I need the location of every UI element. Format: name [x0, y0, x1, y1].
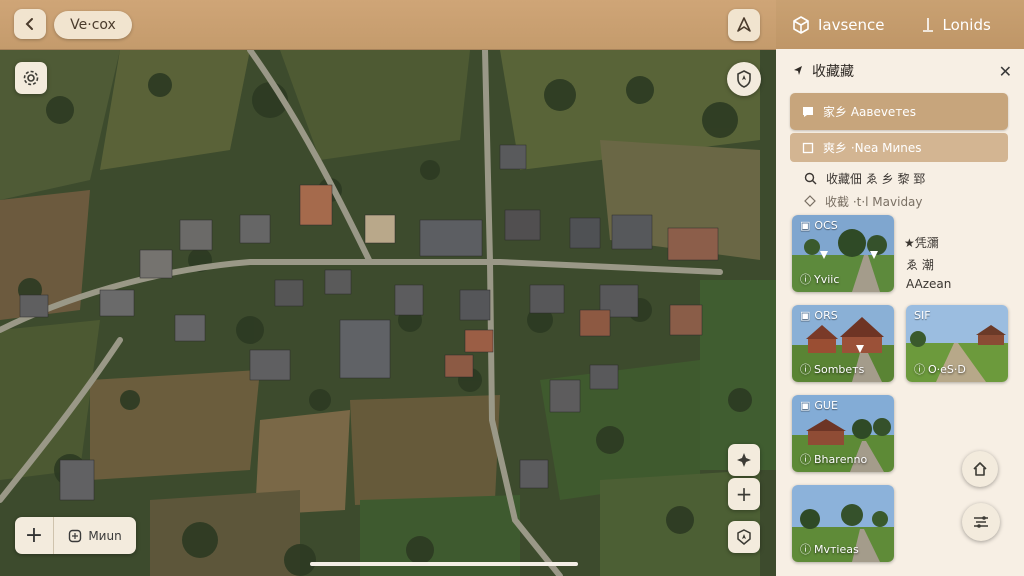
- info-icon: ⓘ: [800, 543, 811, 556]
- cube-icon: [793, 15, 809, 34]
- card-caption: ⓘ Вhаrеnnо: [800, 451, 867, 467]
- list-item-label: 收截 ·t·l Mavіdаy: [825, 194, 923, 209]
- tab-presence[interactable]: Iavsence: [792, 16, 885, 34]
- zoom-in-button[interactable]: +: [15, 517, 54, 554]
- home-icon: [973, 462, 987, 476]
- map-mode-button[interactable]: Mиun: [54, 529, 136, 543]
- card-caption: ⓘ Sоmbетs: [800, 361, 864, 377]
- card-tag: ▣ GUE: [800, 399, 838, 412]
- search-row-label: 收藏佃 ゑ 乡 黎 郅: [826, 171, 926, 186]
- card-caption: ⓘ Мvтiеаs: [800, 541, 859, 557]
- list-item-label: 爽乡 ·Nea Mиnes: [823, 141, 922, 155]
- satellite-map: [0, 0, 776, 576]
- card-tag-text: SIF: [914, 309, 931, 322]
- list-item-home[interactable]: 家乡 Aавеveтes: [790, 93, 1008, 130]
- card-tag: ▣ ОRS: [800, 309, 838, 322]
- card-caption-text: O·eS·D: [928, 362, 966, 376]
- layers-button[interactable]: [728, 444, 760, 476]
- zoom-in-side-button[interactable]: +: [728, 478, 760, 510]
- card-tag-text: GUE: [814, 399, 838, 412]
- sidebar-tabs: Iavsence Lonids: [776, 0, 1024, 49]
- card-tag: SIF: [914, 309, 931, 322]
- info-icon: ⓘ: [800, 273, 811, 286]
- sliders-icon: [974, 516, 988, 528]
- navigate-button[interactable]: [728, 9, 760, 41]
- map-settings-button[interactable]: [15, 62, 47, 94]
- search-row[interactable]: 收藏佃 ゑ 乡 黎 郅: [790, 168, 1008, 188]
- tab-presence-label: Iavsence: [818, 15, 885, 34]
- card-tag-text: ОСS: [814, 219, 838, 232]
- sidebar-panel: Iavsence Lonids 收藏藏 ✕ 家乡 Aавеveтes 爽乡 ·N…: [776, 0, 1024, 576]
- info-icon: ⓘ: [800, 363, 811, 376]
- info-icon: ⓘ: [914, 363, 925, 376]
- card-caption: ⓘ O·eS·D: [914, 361, 966, 377]
- photo-icon: ▣: [800, 399, 811, 412]
- card-note: AAzеаn: [906, 277, 952, 291]
- message-icon: [803, 106, 813, 117]
- pin-icon: [922, 17, 933, 32]
- plus-icon: +: [735, 482, 753, 506]
- list-item-recent[interactable]: 收截 ·t·l Mavіdаy: [790, 192, 1008, 210]
- list-item-label: 家乡 Aавеveтes: [823, 105, 916, 119]
- tab-lonids[interactable]: Lonids: [921, 16, 991, 34]
- plus-icon: +: [24, 523, 44, 548]
- shield-icon: [737, 70, 751, 88]
- map-mode-label: Mиun: [88, 528, 122, 543]
- tab-lonids-label: Lonids: [942, 15, 991, 34]
- card-caption-text: Yviic: [814, 272, 840, 286]
- chevron-left-icon: [25, 18, 33, 30]
- navigation-icon: [737, 17, 751, 32]
- sparkle-icon: [737, 453, 751, 467]
- place-card[interactable]: ⓘ Мvтiеаs: [792, 485, 894, 562]
- place-card[interactable]: ▣ ОRS ⓘ Sоmbетs: [792, 305, 894, 382]
- home-button[interactable]: [962, 451, 998, 487]
- photo-icon: ▣: [800, 219, 811, 232]
- card-tag-text: ОRS: [814, 309, 838, 322]
- compass-icon: [737, 529, 751, 545]
- place-card[interactable]: SIF ⓘ O·eS·D: [906, 305, 1008, 382]
- timeline-scrubber[interactable]: [310, 562, 578, 566]
- place-card[interactable]: ▣ GUE ⓘ Вhаrеnnо: [792, 395, 894, 472]
- photo-icon: ▣: [800, 309, 811, 322]
- gear-icon: [23, 70, 39, 86]
- card-caption: ⓘ Yviic: [800, 271, 839, 287]
- card-note: ゑ 潮: [906, 258, 934, 272]
- list-item-mines[interactable]: 爽乡 ·Nea Mиnes: [790, 133, 1008, 162]
- sidebar-header: 收藏藏 ✕: [792, 60, 1012, 82]
- location-title-text: Ve·cox: [70, 17, 116, 33]
- info-icon: ⓘ: [800, 453, 811, 466]
- map-layer-icon: [69, 529, 82, 542]
- card-caption-text: Мvтiеаs: [814, 542, 859, 556]
- sidebar-title: 收藏藏: [812, 64, 854, 80]
- card-caption-text: Вhаrеnnо: [814, 452, 868, 466]
- card-note: ★凭瀰: [904, 236, 939, 250]
- map-view[interactable]: [0, 0, 776, 576]
- map-controls: + Mиun: [15, 517, 136, 554]
- navigation-arrow-icon: [794, 66, 802, 75]
- close-icon[interactable]: ✕: [999, 62, 1012, 81]
- location-title[interactable]: Ve·cox: [54, 11, 132, 39]
- place-card[interactable]: ▣ ОСS ⓘ Yviic: [792, 215, 894, 292]
- security-button[interactable]: [727, 62, 761, 96]
- filter-button[interactable]: [962, 503, 1000, 541]
- back-button[interactable]: [14, 9, 46, 39]
- map-top-bar: Ve·cox: [0, 0, 776, 50]
- card-tag: ▣ ОСS: [800, 219, 838, 232]
- card-caption-text: Sоmbетs: [814, 362, 865, 376]
- checkbox-icon: [802, 142, 814, 153]
- diamond-icon: [804, 195, 816, 207]
- search-icon: [804, 172, 817, 184]
- compass-button[interactable]: [728, 521, 760, 553]
